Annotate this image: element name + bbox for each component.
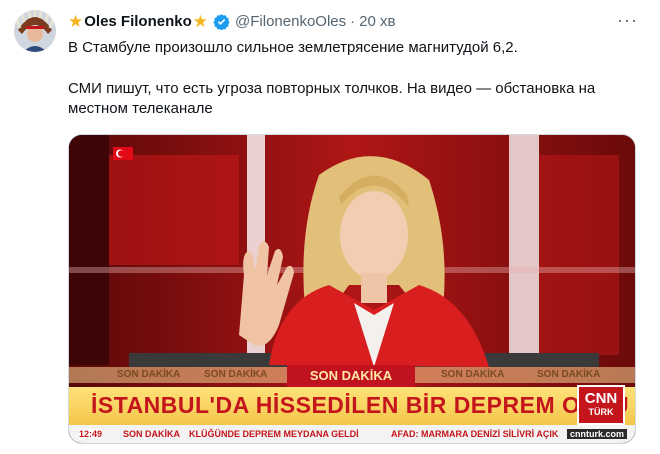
author-handle[interactable]: @FilonenkoOles [235, 13, 346, 30]
son-dakika-small: SON DAKİKA [204, 369, 268, 380]
avatar-image [14, 10, 56, 52]
star-icon: ★ [68, 11, 84, 31]
verified-badge-icon [213, 13, 230, 30]
ticker-time: 12:49 [79, 429, 103, 439]
separator: · [350, 12, 356, 30]
ticker-text: KLÜĞÜNDE DEPREM MEYDANA GELDİ [189, 429, 359, 439]
star-icon: ★ [192, 11, 209, 31]
son-dakika-small: SON DAKİKA [117, 369, 181, 380]
turk-logo-text: TÜRK [588, 407, 614, 417]
more-options-icon[interactable]: ··· [617, 10, 638, 31]
son-dakika-small: SON DAKİKA [441, 369, 505, 380]
avatar[interactable] [14, 10, 56, 52]
turkish-flag-icon [113, 147, 133, 160]
news-ticker: 12:49 SON DAKİKA KLÜĞÜNDE DEPREM MEYDANA… [69, 425, 635, 443]
tweet-text: В Стамбуле произошло сильное землетрясен… [68, 38, 638, 119]
ticker-son-dakika: SON DAKİKA [123, 429, 181, 439]
video-player[interactable]: SON DAKİKA SON DAKİKA SON DAKİKA SON DAK… [68, 134, 636, 444]
son-dakika-small: SON DAKİKA [537, 369, 601, 380]
cnn-logo-text: CNN [584, 390, 618, 407]
tweet-text-line2: СМИ пишут, что есть угроза повторных тол… [68, 80, 596, 117]
ticker-website: cnnturk.com [566, 429, 627, 439]
ticker-text: AFAD: MARMARA DENİZİ SİLİVRİ AÇIK [391, 429, 559, 439]
tweet-text-line1: В Стамбуле произошло сильное землетрясен… [68, 39, 518, 56]
news-headline: İSTANBUL'DA HİSSEDİLEN BİR DEPREM OLDU [91, 392, 630, 418]
timestamp[interactable]: 20 хв [359, 13, 395, 30]
author-name[interactable]: Oles Filonenko [84, 13, 192, 30]
tweet-header: ★ Oles Filonenko ★ @FilonenkoOles · 20 х… [68, 10, 395, 32]
cnn-turk-logo: CNN TÜRK [577, 385, 625, 425]
son-dakika-badge: SON DAKİKA [287, 365, 415, 387]
